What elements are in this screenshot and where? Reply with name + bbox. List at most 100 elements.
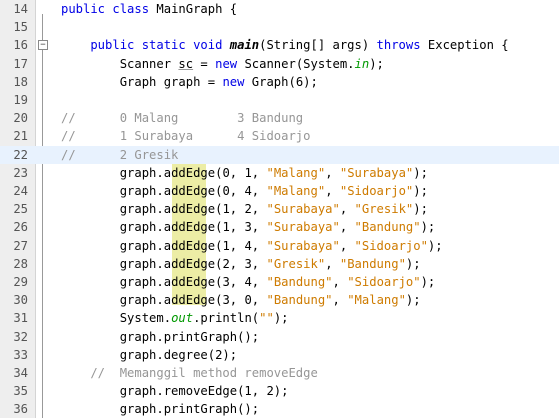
code-token: (3, 4, [215, 275, 267, 289]
code-token: ); [420, 220, 436, 235]
code-token: addEdge [163, 220, 216, 235]
code-token: addEdge [163, 165, 216, 180]
code-line-21[interactable]: 21 // 1 Surabaya 4 Sidoarjo [0, 127, 559, 146]
line-number: 14 [0, 0, 28, 18]
code-token: ); [427, 238, 443, 253]
code-line-17[interactable]: 17 Scanner sc = new Scanner(System.in); [0, 54, 559, 73]
line-number: 31 [0, 309, 28, 328]
code-token: ); [413, 202, 428, 217]
code-token: "Malang" [347, 293, 406, 308]
code-text: graph.printGraph(); [61, 400, 259, 418]
code-text: // Memanggil method removeEdge [61, 364, 318, 382]
code-text: graph.degree(2); [61, 346, 237, 364]
code-token: ); [405, 293, 421, 308]
code-token: , [339, 202, 355, 217]
code-line-20[interactable]: 20 // 0 Malang 3 Bandung [0, 109, 559, 128]
code-token: ); [413, 165, 428, 180]
code-token: Scanner(System. [237, 56, 355, 71]
code-text: Graph graph = new Graph(6); [61, 73, 318, 91]
code-token: (0, 4, [215, 184, 267, 198]
code-token: graph. [61, 220, 164, 235]
code-line-28[interactable]: 28 graph.addEdge(2, 3, "Gresik", "Bandun… [0, 254, 559, 273]
code-token: , [332, 275, 348, 289]
code-line-32[interactable]: 32 graph.printGraph(); [0, 327, 559, 346]
code-token: "Bandung" [339, 256, 406, 271]
code-line-16[interactable]: 16− public static void main(String[] arg… [0, 36, 559, 55]
code-token: // Memanggil method removeEdge [61, 366, 318, 380]
line-number: 28 [0, 254, 28, 273]
code-token: "Malang" [266, 184, 326, 198]
code-token: "Surabaya" [266, 202, 340, 217]
code-token: "Sidoarjo" [354, 238, 428, 253]
code-token: graph. [61, 238, 164, 253]
line-number: 21 [0, 127, 28, 146]
code-token: "Gresik" [266, 256, 326, 271]
code-token: // 1 Surabaya 4 Sidoarjo [61, 129, 311, 144]
code-token: addEdge [163, 238, 216, 253]
code-line-22[interactable]: 22 // 2 Gresik [0, 145, 559, 164]
code-token: graph. [61, 165, 164, 180]
code-token: System. [61, 311, 172, 326]
code-token: "Surabaya" [266, 238, 340, 253]
fold-toggle-icon[interactable]: − [38, 40, 48, 51]
code-text: System.out.println(""); [61, 309, 289, 327]
code-line-33[interactable]: 33 graph.degree(2); [0, 345, 559, 364]
line-number: 18 [0, 72, 28, 91]
code-token: "Sidoarjo" [347, 275, 421, 289]
code-token: ); [273, 311, 289, 326]
code-line-27[interactable]: 27 graph.addEdge(1, 4, "Surabaya", "Sido… [0, 236, 559, 255]
code-token: "Sidoarjo" [339, 184, 414, 198]
code-token: graph.degree(2); [61, 347, 238, 362]
code-token: "Bandung" [266, 275, 333, 289]
code-text: Scanner sc = new Scanner(System.in); [61, 55, 384, 73]
code-text: graph.addEdge(1, 2, "Surabaya", "Gresik"… [61, 200, 428, 218]
code-token: ); [420, 275, 436, 289]
code-line-30[interactable]: 30 graph.addEdge(3, 0, "Bandung", "Malan… [0, 291, 559, 310]
code-line-35[interactable]: 35 graph.removeEdge(1, 2); [0, 382, 559, 401]
line-number: 15 [0, 18, 28, 37]
code-token: .println( [193, 311, 260, 326]
code-editor[interactable]: 14 public class MainGraph { 15 16− public s… [0, 0, 559, 418]
code-line-14[interactable]: 14 public class MainGraph { [0, 0, 559, 18]
line-number: 33 [0, 345, 28, 364]
code-text: graph.addEdge(3, 4, "Bandung", "Sidoarjo… [61, 273, 436, 291]
code-token: Graph graph = [61, 74, 223, 89]
code-line-26[interactable]: 26 graph.addEdge(1, 3, "Surabaya", "Band… [0, 218, 559, 237]
code-token: "Bandung" [354, 220, 421, 235]
code-text: graph.removeEdge(1, 2); [61, 382, 289, 400]
code-token: (0, 1, [215, 165, 267, 180]
code-line-31[interactable]: 31 System.out.println(""); [0, 309, 559, 328]
line-number: 19 [0, 91, 28, 109]
line-number: 20 [0, 109, 28, 128]
code-text: graph.addEdge(0, 1, "Malang", "Surabaya"… [61, 164, 428, 182]
code-token: = [193, 56, 216, 71]
code-token: (2, 3, [215, 256, 267, 271]
line-number: 34 [0, 364, 28, 382]
line-number: 24 [0, 182, 28, 200]
code-line-25[interactable]: 25 graph.addEdge(1, 2, "Surabaya", "Gres… [0, 200, 559, 219]
code-token: graph. [61, 184, 164, 198]
code-token: public static void [61, 38, 230, 53]
code-line-18[interactable]: 18 Graph graph = new Graph(6); [0, 72, 559, 91]
code-token: // 2 Gresik [61, 147, 179, 162]
code-line-36[interactable]: 36 graph.printGraph(); [0, 400, 559, 418]
code-token: "Gresik" [354, 202, 414, 217]
code-token: out [171, 311, 194, 326]
code-token: , [339, 238, 355, 253]
line-number: 23 [0, 163, 28, 182]
code-token: Exception { [420, 38, 509, 53]
code-line-19[interactable]: 19 [0, 91, 559, 109]
code-token: (1, 3, [215, 220, 267, 235]
code-line-24[interactable]: 24 graph.addEdge(0, 4, "Malang", "Sidoar… [0, 182, 559, 200]
code-text: public class MainGraph { [61, 0, 237, 18]
code-line-15[interactable]: 15 [0, 18, 559, 37]
code-token: graph. [61, 202, 164, 217]
code-line-29[interactable]: 29 graph.addEdge(3, 4, "Bandung", "Sidoa… [0, 273, 559, 291]
line-number: 32 [0, 327, 28, 346]
line-number: 25 [0, 200, 28, 219]
code-line-23[interactable]: 23 graph.addEdge(0, 1, "Malang", "Suraba… [0, 163, 559, 182]
code-text: public static void main(String[] args) t… [61, 36, 509, 54]
code-line-34[interactable]: 34 // Memanggil method removeEdge [0, 364, 559, 382]
code-text: graph.addEdge(1, 3, "Surabaya", "Bandung… [61, 218, 436, 236]
code-token: (String[] args) [259, 38, 377, 53]
